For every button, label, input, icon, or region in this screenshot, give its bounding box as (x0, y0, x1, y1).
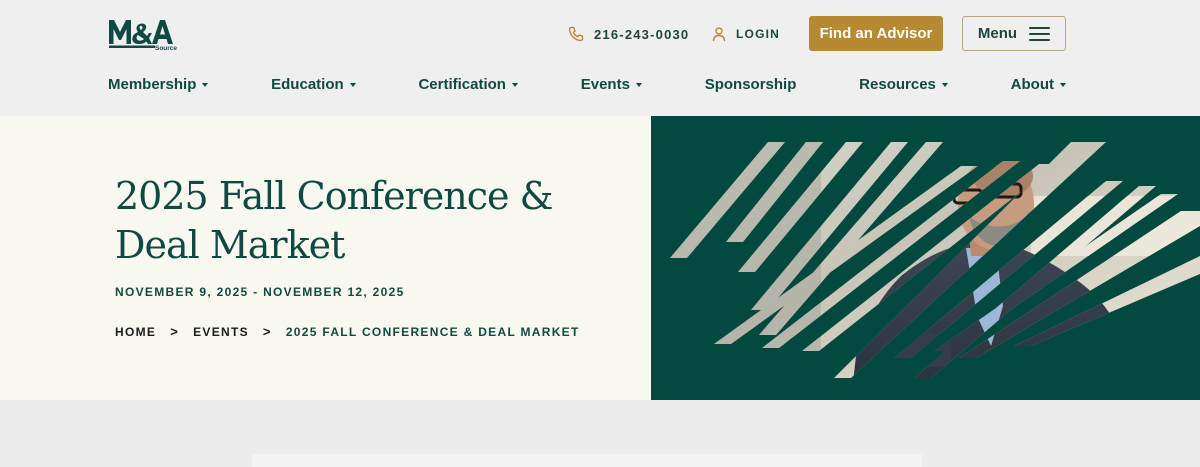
nav-item-label: Education (271, 75, 344, 93)
nav-item-label: Resources (859, 75, 936, 93)
hero-content: 2025 Fall Conference & Deal Market NOVEM… (0, 116, 651, 400)
breadcrumb-events[interactable]: EVENTS (193, 325, 249, 339)
content-area (0, 400, 1200, 467)
phone-link[interactable]: 216-243-0030 (568, 24, 689, 44)
nav-item-sponsorship[interactable]: Sponsorship (705, 76, 797, 93)
hero-image (651, 116, 1200, 400)
breadcrumb-current: 2025 FALL CONFERENCE & DEAL MARKET (285, 324, 580, 339)
nav-item-label: Certification (418, 75, 506, 93)
find-advisor-button[interactable]: Find an Advisor (809, 16, 943, 51)
chevron-down-icon (349, 82, 356, 87)
nav-item-certification[interactable]: Certification (418, 76, 518, 93)
breadcrumb-separator: > (262, 324, 272, 339)
login-label: LOGIN (736, 27, 780, 41)
breadcrumb: HOME > EVENTS > 2025 FALL CONFERENCE & D… (115, 324, 580, 339)
phone-icon (568, 26, 584, 42)
nav-item-label: Events (580, 75, 630, 93)
hamburger-icon (1029, 26, 1051, 41)
site-header: Source 216-243-0030 LOGIN Find an Adviso… (0, 0, 1200, 116)
event-dates: NOVEMBER 9, 2025 - NOVEMBER 12, 2025 (115, 285, 405, 299)
user-icon (711, 26, 727, 42)
chevron-down-icon (511, 82, 518, 87)
phone-number: 216-243-0030 (594, 26, 690, 42)
chevron-down-icon (941, 82, 948, 87)
nav-item-events[interactable]: Events (581, 76, 642, 93)
main-nav: Membership Education Certification Event… (108, 72, 1066, 96)
chevron-down-icon (1060, 82, 1066, 87)
ma-source-logo: Source (109, 20, 177, 52)
svg-text:Source: Source (155, 45, 177, 52)
breadcrumb-home[interactable]: HOME (115, 325, 156, 339)
menu-label: Menu (977, 25, 1018, 42)
chevron-down-icon (202, 82, 209, 87)
nav-item-about[interactable]: About (1011, 76, 1066, 93)
nav-item-education[interactable]: Education (271, 76, 356, 93)
login-link[interactable]: LOGIN (711, 24, 780, 44)
content-card (252, 454, 922, 467)
nav-item-label: Membership (108, 75, 197, 93)
nav-item-label: Sponsorship (704, 75, 797, 93)
chevron-down-icon (635, 82, 642, 87)
nav-item-label: About (1010, 75, 1054, 93)
site-logo[interactable]: Source (108, 16, 178, 52)
breadcrumb-separator: > (170, 324, 180, 339)
striped-photo-illustration (670, 142, 1200, 378)
menu-button[interactable]: Menu (962, 16, 1066, 51)
nav-item-membership[interactable]: Membership (108, 75, 209, 93)
nav-item-resources[interactable]: Resources (859, 76, 948, 93)
page-title: 2025 Fall Conference & Deal Market (115, 174, 553, 267)
